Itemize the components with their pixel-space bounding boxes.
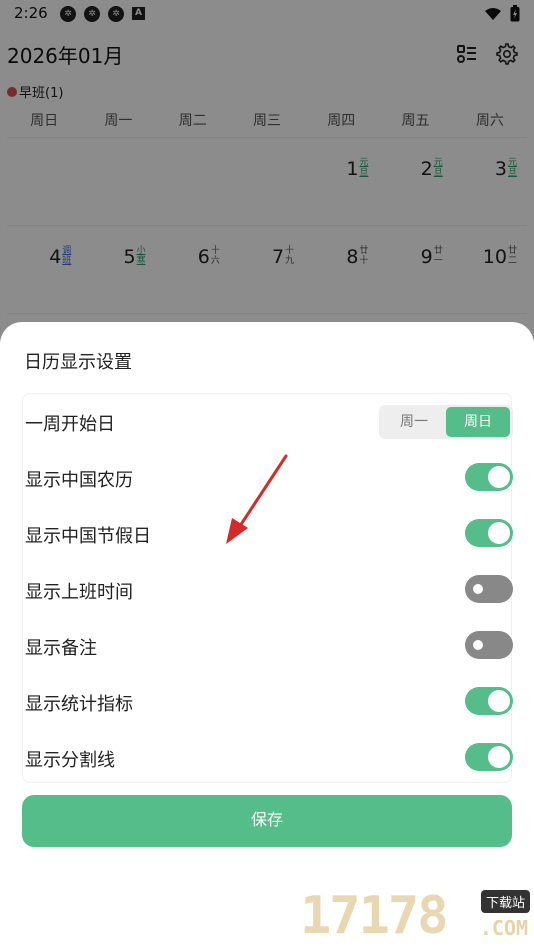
sheet-title: 日历显示设置 (24, 352, 132, 373)
work-time-toggle[interactable] (465, 575, 513, 603)
setting-label: 显示上班时间 (25, 582, 133, 603)
watermark-digits: 17178 (300, 886, 449, 946)
setting-row-work-time: 显示上班时间 (23, 562, 513, 618)
setting-label: 显示分割线 (25, 750, 115, 771)
toggle-knob (488, 466, 510, 488)
setting-label: 显示中国节假日 (25, 526, 151, 547)
setting-row-notes: 显示备注 (23, 618, 513, 674)
stats-toggle[interactable] (465, 687, 513, 715)
toggle-knob (473, 640, 483, 650)
watermark-domain: .COM (479, 916, 528, 940)
setting-label: 显示备注 (25, 638, 97, 659)
setting-row-stats: 显示统计指标 (23, 674, 513, 730)
toggle-knob (488, 522, 510, 544)
site-watermark: 17178 下载站 .COM (300, 886, 532, 946)
divider-toggle[interactable] (465, 743, 513, 771)
lunar-toggle[interactable] (465, 463, 513, 491)
watermark-badge: 下载站 (480, 890, 530, 913)
setting-label: 显示统计指标 (25, 694, 133, 715)
setting-label: 一周开始日 (25, 414, 115, 435)
toggle-knob (488, 690, 510, 712)
save-button[interactable]: 保存 (22, 795, 512, 847)
week-start-segmented-control: 周一 周日 (379, 405, 513, 439)
notes-toggle[interactable] (465, 631, 513, 659)
toggle-knob (473, 584, 483, 594)
toggle-knob (488, 746, 510, 768)
week-start-option-monday[interactable]: 周一 (382, 407, 446, 437)
annotation-arrow-icon (226, 454, 288, 544)
week-start-option-sunday[interactable]: 周日 (446, 407, 510, 437)
setting-label: 显示中国农历 (25, 470, 133, 491)
display-settings-sheet: 日历显示设置 一周开始日 周一 周日 显示中国农历 显示中国节假日 显示上班时间… (0, 322, 534, 950)
setting-row-divider: 显示分割线 (23, 730, 513, 786)
setting-row-week-start: 一周开始日 周一 周日 (23, 394, 513, 450)
holidays-toggle[interactable] (465, 519, 513, 547)
